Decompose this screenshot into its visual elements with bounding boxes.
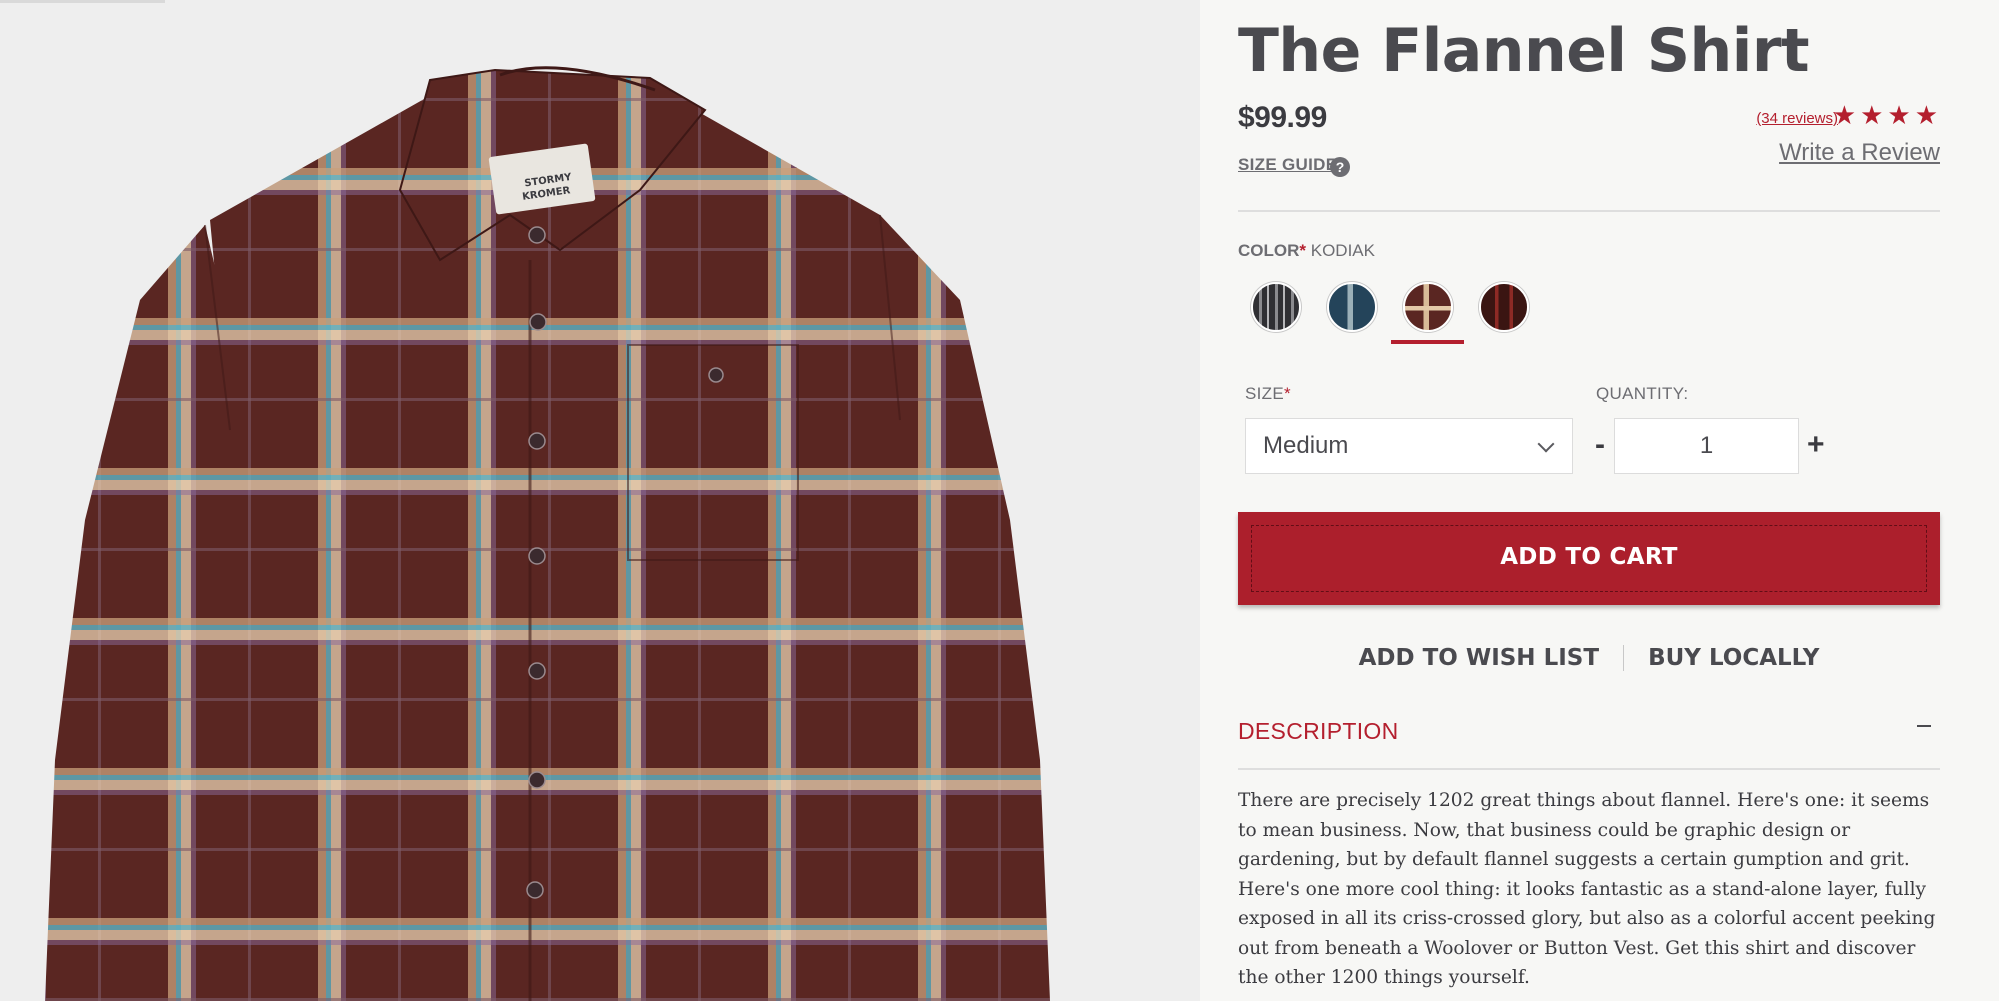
rating-stars: ★★★★ xyxy=(1832,100,1942,130)
size-label: SIZE* xyxy=(1245,384,1291,404)
add-to-cart-label: ADD TO CART xyxy=(1500,544,1678,570)
color-swatch-kodiak[interactable] xyxy=(1403,282,1453,332)
flannel-shirt-image: STORMY KROMER xyxy=(45,66,1050,1001)
size-guide-link[interactable]: SIZE GUIDE xyxy=(1238,155,1337,175)
description-body: There are precisely 1202 great things ab… xyxy=(1238,790,1936,988)
description-accordion-header[interactable]: DESCRIPTION xyxy=(1238,718,1398,745)
quantity-increment-button[interactable]: + xyxy=(1807,430,1825,460)
add-to-cart-button[interactable]: ADD TO CART xyxy=(1238,512,1940,605)
divider xyxy=(1623,644,1625,671)
buy-locally-link[interactable]: BUY LOCALLY xyxy=(1648,645,1819,671)
collapse-minus-icon[interactable] xyxy=(1917,725,1931,727)
selected-swatch-indicator xyxy=(1391,340,1464,344)
product-image-gallery: STORMY KROMER xyxy=(0,0,1200,1001)
product-title: The Flannel Shirt xyxy=(1238,16,1810,86)
divider xyxy=(1238,210,1940,212)
add-to-wish-list-link[interactable]: ADD TO WISH LIST xyxy=(1359,645,1599,671)
chevron-down-icon xyxy=(1537,435,1555,453)
secondary-actions: ADD TO WISH LIST BUY LOCALLY xyxy=(1238,644,1940,671)
color-label-text: COLOR xyxy=(1238,241,1300,260)
color-swatch-red[interactable] xyxy=(1479,282,1529,332)
color-label: COLOR* KODIAK xyxy=(1238,241,1375,261)
required-marker: * xyxy=(1284,384,1291,403)
size-label-text: SIZE xyxy=(1245,384,1284,403)
quantity-input[interactable] xyxy=(1614,418,1799,474)
reviews-count-link[interactable]: (34 reviews) xyxy=(1756,110,1838,127)
size-select[interactable]: Medium xyxy=(1245,418,1573,474)
write-review-link[interactable]: Write a Review xyxy=(1779,139,1940,167)
color-swatch-charcoal[interactable] xyxy=(1251,282,1301,332)
required-marker: * xyxy=(1299,241,1307,260)
quantity-decrement-button[interactable]: - xyxy=(1595,430,1605,460)
divider xyxy=(1238,768,1940,770)
product-price: $99.99 xyxy=(1238,101,1327,134)
size-select-value: Medium xyxy=(1263,432,1349,459)
product-details-panel: The Flannel Shirt $99.99 SIZE GUIDE ? (3… xyxy=(1200,0,1999,1001)
quantity-label: QUANTITY: xyxy=(1596,384,1689,403)
selected-color-name: KODIAK xyxy=(1310,241,1375,260)
question-circle-icon[interactable]: ? xyxy=(1330,157,1350,177)
color-swatch-blue[interactable] xyxy=(1327,282,1377,332)
